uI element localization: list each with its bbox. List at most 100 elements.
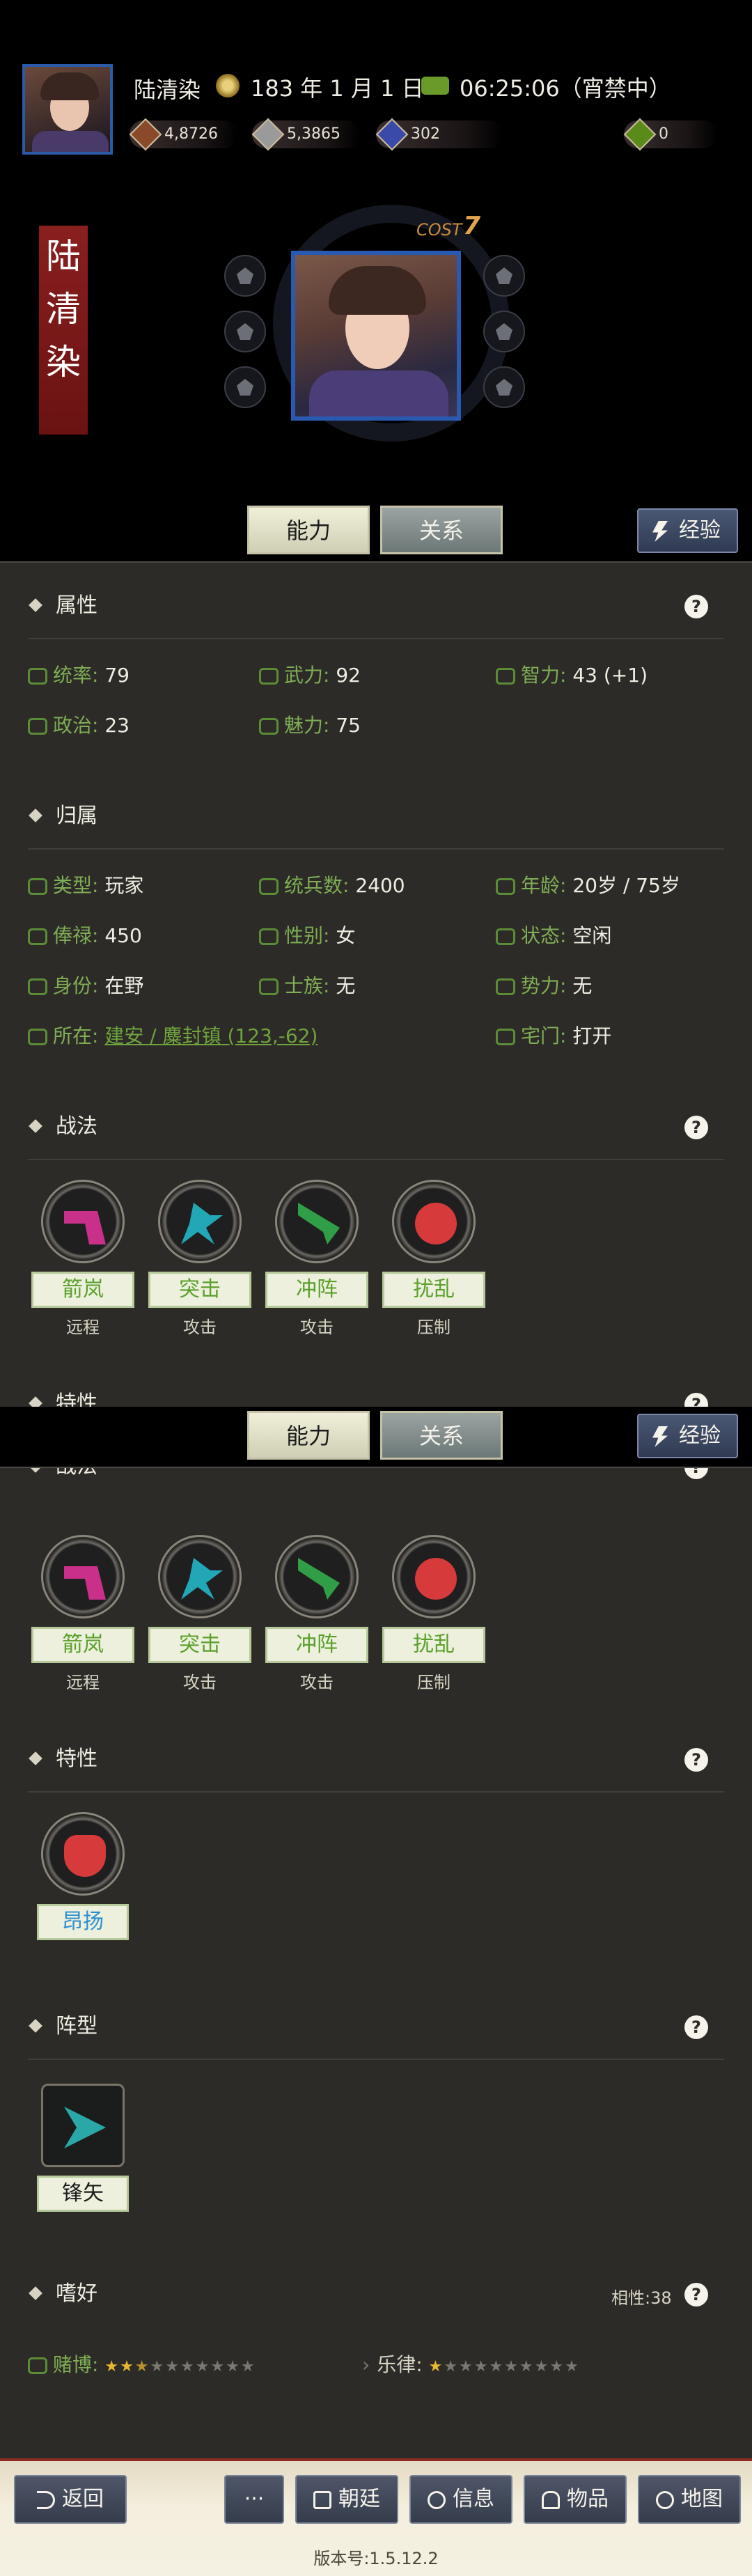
skill-type: 攻击	[300, 1673, 334, 1692]
court-button[interactable]: 朝廷	[295, 2475, 398, 2524]
skill-card[interactable]: 箭岚 远程	[31, 1180, 135, 1338]
status-icon	[496, 928, 515, 945]
status-bar: 陆清染 183 年 1 月 1 日 06:25:06（宵禁中） 4,8726 5…	[0, 0, 752, 167]
attr-type: 类型: 玩家	[28, 873, 143, 898]
name-char: 染	[46, 342, 81, 382]
attr-gender: 性别: 女	[259, 923, 355, 949]
map-button[interactable]: 地图	[638, 2475, 741, 2524]
skill-card[interactable]: 扰乱 压制	[382, 1535, 486, 1693]
gender-icon	[259, 928, 279, 945]
game-time: 06:25:06（宵禁中）	[460, 75, 671, 102]
soldier-icon	[259, 878, 279, 895]
skill-card[interactable]: 冲阵 攻击	[265, 1180, 369, 1338]
player-avatar[interactable]	[22, 64, 113, 155]
coin-icon	[28, 928, 47, 945]
section-title-affiliation: 归属	[28, 802, 97, 830]
help-icon[interactable]: ?	[684, 1393, 708, 1408]
game-date: 183 年 1 月 1 日	[251, 75, 424, 102]
formation-name: 锋矢	[37, 2176, 129, 2212]
attr-status: 状态: 空闲	[496, 923, 611, 949]
crown-icon[interactable]	[224, 255, 266, 297]
section-title-tactics: 战法	[28, 1113, 97, 1141]
back-button[interactable]: 返回	[14, 2475, 127, 2524]
section-title-attributes: 属性	[28, 592, 97, 620]
resource-copper[interactable]: 4,8726	[129, 117, 237, 152]
section-title-tactics: 战法	[28, 1468, 97, 1481]
resource-jade[interactable]: 302	[375, 117, 503, 152]
skill-name: 箭岚	[31, 1272, 134, 1308]
charge-runner-icon	[158, 1535, 242, 1618]
help-icon[interactable]: ?	[684, 2283, 708, 2306]
compass-icon	[656, 2490, 674, 2509]
experience-button[interactable]: 经验	[637, 508, 738, 553]
bag-icon	[542, 2490, 560, 2509]
resource-silver[interactable]: 5,3865	[251, 117, 360, 152]
character-panel: 陆 清 染 COST 7	[0, 167, 752, 501]
arrow-storm-icon	[41, 1535, 125, 1618]
tab-bar: 能力 关系 经验	[0, 1407, 752, 1467]
mountain-icon	[496, 978, 515, 995]
help-icon[interactable]: ?	[684, 595, 708, 618]
flag-icon	[28, 668, 47, 685]
attr-troops: 统兵数: 2400	[259, 873, 405, 898]
tab-relations[interactable]: 关系	[380, 1411, 503, 1460]
bottom-navigation: 返回 ··· 朝廷 信息 物品 地图 版本号:1.5.12.2	[0, 2458, 752, 2576]
name-char: 陆	[46, 236, 81, 276]
eye-icon	[259, 718, 279, 735]
person-icon	[28, 978, 47, 995]
trait-card[interactable]: 昂扬	[31, 1812, 135, 1940]
tab-relations[interactable]: 关系	[380, 506, 503, 554]
section-title-traits: 特性	[28, 1745, 97, 1773]
experience-button[interactable]: 经验	[637, 1414, 738, 1458]
resource-green[interactable]: 0	[623, 117, 717, 152]
gate-icon	[496, 1029, 515, 1045]
skill-name: 冲阵	[265, 1627, 368, 1663]
tab-bar: 能力 关系 经验	[0, 501, 752, 561]
divider	[28, 848, 724, 850]
spear-charge-icon	[275, 1180, 359, 1263]
help-icon[interactable]: ?	[684, 1748, 708, 1772]
skill-card[interactable]: 扰乱 压制	[382, 1180, 486, 1338]
version-label: 版本号:1.5.12.2	[313, 2549, 439, 2568]
skill-card[interactable]: 冲阵 攻击	[265, 1535, 369, 1693]
info-button[interactable]: 信息	[409, 2475, 512, 2524]
attr-clan: 士族: 无	[259, 974, 355, 999]
skill-name: 突击	[148, 1627, 251, 1663]
hobby-music: › 乐律: ★★★★★★★★★★	[362, 2353, 580, 2376]
armor-icon[interactable]	[224, 366, 266, 408]
ability-panel: 属性 ? 统率: 79 武力: 92 智力: 43 (+1) 政治: 23 魅力…	[0, 561, 752, 1408]
skill-name: 扰乱	[382, 1272, 485, 1308]
formation-card[interactable]: 锋矢	[31, 2084, 135, 2212]
attr-age: 年龄: 20岁 / 75岁	[496, 873, 680, 898]
help-icon[interactable]: ?	[684, 1116, 708, 1139]
horse-icon[interactable]	[483, 255, 525, 297]
section-title-formation: 阵型	[28, 2013, 97, 2040]
more-button[interactable]: ···	[224, 2475, 284, 2524]
help-icon[interactable]: ?	[684, 1468, 708, 1479]
weapon-icon[interactable]	[483, 311, 525, 352]
player-name: 陆清染	[134, 77, 201, 103]
items-button[interactable]: 物品	[524, 2475, 627, 2524]
book-icon[interactable]	[483, 366, 525, 408]
character-portrait[interactable]	[291, 251, 461, 421]
skill-name: 箭岚	[31, 1627, 134, 1663]
help-icon[interactable]: ?	[684, 2015, 708, 2039]
fist-icon	[259, 668, 279, 685]
attr-force: 武力: 92	[259, 663, 361, 688]
arrowhead-formation-icon	[41, 2084, 125, 2167]
tab-ability[interactable]: 能力	[247, 1411, 370, 1460]
rating-stars: ★★★★★★★★★★	[104, 2358, 256, 2375]
skill-type: 压制	[417, 1318, 451, 1337]
skill-card[interactable]: 突击 攻击	[148, 1535, 252, 1693]
spear-charge-icon	[275, 1535, 359, 1618]
tab-ability[interactable]: 能力	[247, 506, 370, 554]
skill-card[interactable]: 箭岚 远程	[31, 1535, 135, 1693]
helmet-icon[interactable]	[224, 311, 266, 352]
hobby-gambling: 赌博: ★★★★★★★★★★	[28, 2352, 256, 2378]
attr-faction: 势力: 无	[496, 974, 592, 999]
charge-runner-icon	[158, 1180, 242, 1263]
skill-card[interactable]: 突击 攻击	[148, 1180, 252, 1338]
attr-intellect: 智力: 43 (+1)	[496, 663, 648, 688]
location-link[interactable]: 建安 / 麋封镇 (123,-62)	[104, 1024, 318, 1047]
section-title-traits: 特性	[28, 1390, 97, 1408]
